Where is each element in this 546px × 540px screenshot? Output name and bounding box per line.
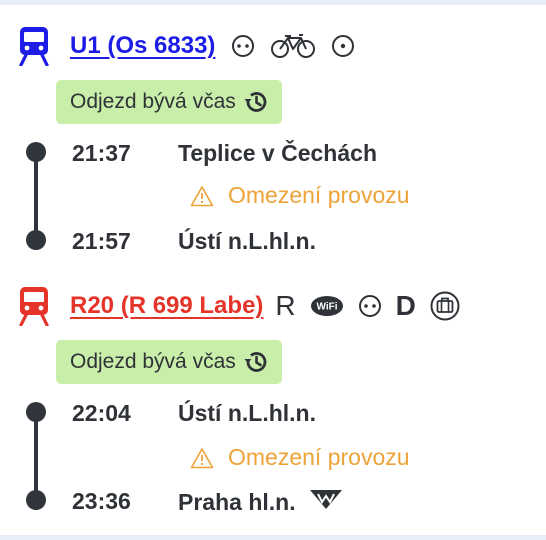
metro-icon xyxy=(309,488,342,516)
stop-dot xyxy=(26,402,46,422)
history-icon xyxy=(244,92,267,112)
warning-icon xyxy=(190,185,214,206)
departure-time: 22:04 xyxy=(72,400,131,426)
train-name-link[interactable]: U1 (Os 6833) xyxy=(70,32,215,60)
bottom-edge xyxy=(0,535,546,540)
departure-time: 21:37 xyxy=(72,140,131,166)
service-notice[interactable]: Omezení provozu xyxy=(190,444,410,471)
departure-station: Ústí n.L.hl.n. xyxy=(178,400,316,426)
punctuality-badge: Odjezd bývá včas xyxy=(56,80,282,124)
route-line xyxy=(34,412,38,500)
route-line xyxy=(34,152,38,240)
train-icon xyxy=(18,286,50,326)
wifi-icon: WiFi xyxy=(310,295,344,317)
svg-text:WiFi: WiFi xyxy=(316,302,337,313)
departure-station: Teplice v Čechách xyxy=(178,140,377,166)
train-name-link[interactable]: R20 (R 699 Labe) xyxy=(70,292,263,320)
stop-dot xyxy=(26,490,46,510)
service-notice-label: Omezení provozu xyxy=(228,182,410,208)
train-icon xyxy=(18,26,50,66)
arrival-station: Ústí n.L.hl.n. xyxy=(178,228,316,254)
service-code-d: D xyxy=(395,290,416,321)
punctuality-label: Odjezd bývá včas xyxy=(70,350,236,373)
bicycle-icon xyxy=(271,33,316,59)
punctuality-badge: Odjezd bývá včas xyxy=(56,340,282,384)
service-notice[interactable]: Omezení provozu xyxy=(190,182,410,209)
arrival-station: Praha hl.n. xyxy=(178,488,342,516)
warning-icon xyxy=(190,447,214,468)
service-code-r: R xyxy=(275,290,296,321)
service-notice-label: Omezení provozu xyxy=(228,444,410,470)
arrival-time: 23:36 xyxy=(72,488,131,514)
seat-reservation-icon xyxy=(231,34,255,58)
stop-dot xyxy=(26,230,46,250)
punctuality-label: Odjezd bývá včas xyxy=(70,90,236,113)
history-icon xyxy=(244,352,267,372)
luggage-icon xyxy=(430,291,460,321)
stop-on-request-icon xyxy=(331,34,355,58)
stop-dot xyxy=(26,142,46,162)
seat-reservation-icon xyxy=(358,294,382,318)
train-header: U1 (Os 6833) xyxy=(18,24,355,68)
arrival-station-label: Praha hl.n. xyxy=(178,488,296,515)
arrival-time: 21:57 xyxy=(72,228,131,254)
train-header: R20 (R 699 Labe) R WiFi D xyxy=(18,284,460,328)
top-edge xyxy=(0,0,546,5)
